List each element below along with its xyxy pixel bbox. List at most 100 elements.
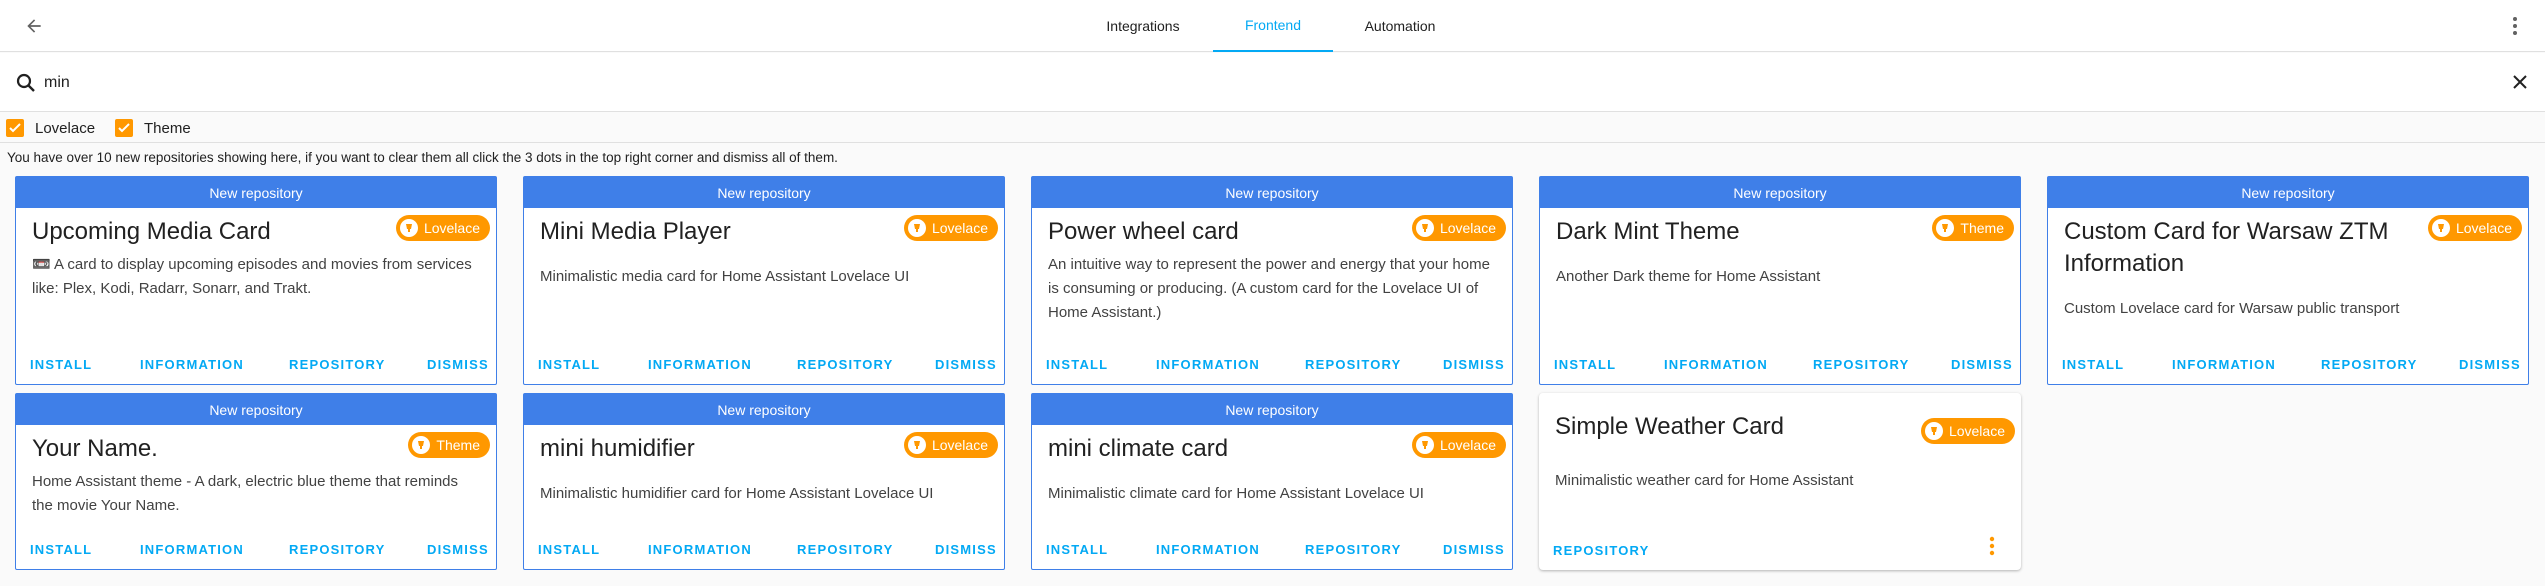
badge-label: Theme (1960, 220, 2004, 236)
install-button[interactable]: INSTALL (1046, 357, 1108, 372)
card-actions: INSTALL INFORMATION REPOSITORY DISMISS (524, 521, 1004, 569)
card-actions: INSTALL INFORMATION REPOSITORY DISMISS (2048, 336, 2528, 384)
information-button[interactable]: INFORMATION (2172, 357, 2276, 372)
card-description: Minimalistic climate card for Home Assis… (1048, 485, 1424, 502)
dismiss-button[interactable]: DISMISS (1443, 357, 1505, 372)
category-badge: Lovelace (1411, 432, 1506, 458)
repository-button[interactable]: REPOSITORY (289, 542, 386, 557)
repository-button[interactable]: REPOSITORY (1305, 542, 1402, 557)
card-title: Dark Mint Theme (1556, 218, 1740, 245)
badge-label: Lovelace (423, 220, 480, 236)
repository-button[interactable]: REPOSITORY (797, 357, 894, 372)
badge-label: Lovelace (931, 437, 988, 453)
card-title: Simple Weather Card (1555, 413, 1784, 440)
card-actions: INSTALL INFORMATION REPOSITORY DISMISS (16, 521, 496, 569)
repository-button[interactable]: REPOSITORY (289, 357, 386, 372)
card-title: mini humidifier (540, 435, 695, 462)
category-badge: Lovelace (2427, 215, 2522, 241)
repository-card: New repository Upcoming Media Card Lovel… (15, 176, 497, 385)
install-button[interactable]: INSTALL (30, 542, 92, 557)
card-title: Your Name. (32, 435, 158, 462)
category-badge: Lovelace (903, 215, 998, 241)
filter-bar: Lovelace Theme (0, 113, 2545, 143)
badge-label: Lovelace (1439, 437, 1496, 453)
repository-button[interactable]: REPOSITORY (1305, 357, 1402, 372)
dismiss-button[interactable]: DISMISS (1443, 542, 1505, 557)
card-actions: REPOSITORY (1539, 522, 2021, 570)
back-button[interactable] (14, 6, 54, 46)
tab-integrations[interactable]: Integrations (1100, 0, 1186, 52)
lovelace-icon (1415, 219, 1434, 237)
card-description: 📼 A card to display upcoming episodes an… (32, 253, 482, 301)
checkbox-checked-icon[interactable] (115, 119, 133, 137)
arrow-left-icon (27, 19, 41, 33)
information-button[interactable]: INFORMATION (1156, 542, 1260, 557)
repository-button[interactable]: REPOSITORY (1813, 357, 1910, 372)
card-title: Upcoming Media Card (32, 218, 271, 245)
filter-theme[interactable]: Theme (115, 117, 191, 139)
information-button[interactable]: INFORMATION (648, 542, 752, 557)
more-vertical-icon[interactable] (1987, 534, 1997, 558)
repository-button[interactable]: REPOSITORY (797, 542, 894, 557)
filter-lovelace[interactable]: Lovelace (6, 117, 95, 139)
tab-automation[interactable]: Automation (1360, 0, 1440, 52)
clear-search-button[interactable] (2503, 65, 2537, 99)
search-icon (16, 73, 35, 92)
dismiss-button[interactable]: DISMISS (1951, 357, 2013, 372)
install-button[interactable]: INSTALL (538, 542, 600, 557)
repository-button[interactable]: REPOSITORY (1553, 543, 1650, 558)
card-title: Mini Media Player (540, 218, 731, 245)
install-button[interactable]: INSTALL (30, 357, 92, 372)
card-actions: INSTALL INFORMATION REPOSITORY DISMISS (1032, 336, 1512, 384)
repository-card: New repository mini humidifier Lovelace … (523, 393, 1005, 570)
badge-label: Lovelace (1439, 220, 1496, 236)
repository-card: New repository mini climate card Lovelac… (1031, 393, 1513, 570)
category-badge: Theme (408, 432, 490, 458)
lovelace-icon (1415, 436, 1434, 454)
filter-label: Lovelace (35, 119, 96, 137)
dismiss-button[interactable]: DISMISS (935, 357, 997, 372)
category-badge: Lovelace (1411, 215, 1506, 241)
card-actions: INSTALL INFORMATION REPOSITORY DISMISS (1540, 336, 2020, 384)
card-description: Minimalistic humidifier card for Home As… (540, 485, 934, 502)
dismiss-button[interactable]: DISMISS (2459, 357, 2521, 372)
lovelace-icon (907, 219, 926, 237)
install-button[interactable]: INSTALL (2062, 357, 2124, 372)
checkbox-checked-icon[interactable] (6, 119, 24, 137)
new-repository-header: New repository (16, 177, 496, 208)
install-button[interactable]: INSTALL (538, 357, 600, 372)
repository-card: New repository Custom Card for Warsaw ZT… (2047, 176, 2529, 385)
lovelace-icon (1924, 422, 1943, 440)
information-button[interactable]: INFORMATION (140, 357, 244, 372)
repository-button[interactable]: REPOSITORY (2321, 357, 2418, 372)
top-toolbar: Integrations Frontend Automation (0, 0, 2545, 52)
dismiss-button[interactable]: DISMISS (935, 542, 997, 557)
badge-label: Lovelace (2455, 220, 2512, 236)
card-title: Power wheel card (1048, 218, 1239, 245)
overflow-menu-button[interactable] (2495, 6, 2535, 46)
tab-frontend[interactable]: Frontend (1213, 0, 1333, 52)
new-repository-header: New repository (1032, 394, 1512, 425)
filter-label: Theme (144, 119, 191, 137)
search-input[interactable] (44, 67, 2444, 99)
new-repository-header: New repository (1032, 177, 1512, 208)
more-vertical-icon (2513, 17, 2517, 35)
information-button[interactable]: INFORMATION (1664, 357, 1768, 372)
new-repositories-notice: You have over 10 new repositories showin… (7, 150, 838, 165)
install-button[interactable]: INSTALL (1046, 542, 1108, 557)
card-description-text: A card to display upcoming episodes and … (32, 256, 472, 297)
dismiss-button[interactable]: DISMISS (427, 542, 489, 557)
information-button[interactable]: INFORMATION (648, 357, 752, 372)
videocassette-emoji: 📼 (32, 256, 51, 273)
information-button[interactable]: INFORMATION (140, 542, 244, 557)
repository-card: New repository Your Name. Theme Home Ass… (15, 393, 497, 570)
new-repository-header: New repository (16, 394, 496, 425)
new-repository-header: New repository (524, 394, 1004, 425)
badge-label: Theme (436, 437, 480, 453)
theme-icon (1936, 219, 1955, 237)
dismiss-button[interactable]: DISMISS (427, 357, 489, 372)
information-button[interactable]: INFORMATION (1156, 357, 1260, 372)
card-description: Another Dark theme for Home Assistant (1556, 268, 1821, 285)
category-badge: Theme (1932, 215, 2014, 241)
install-button[interactable]: INSTALL (1554, 357, 1616, 372)
